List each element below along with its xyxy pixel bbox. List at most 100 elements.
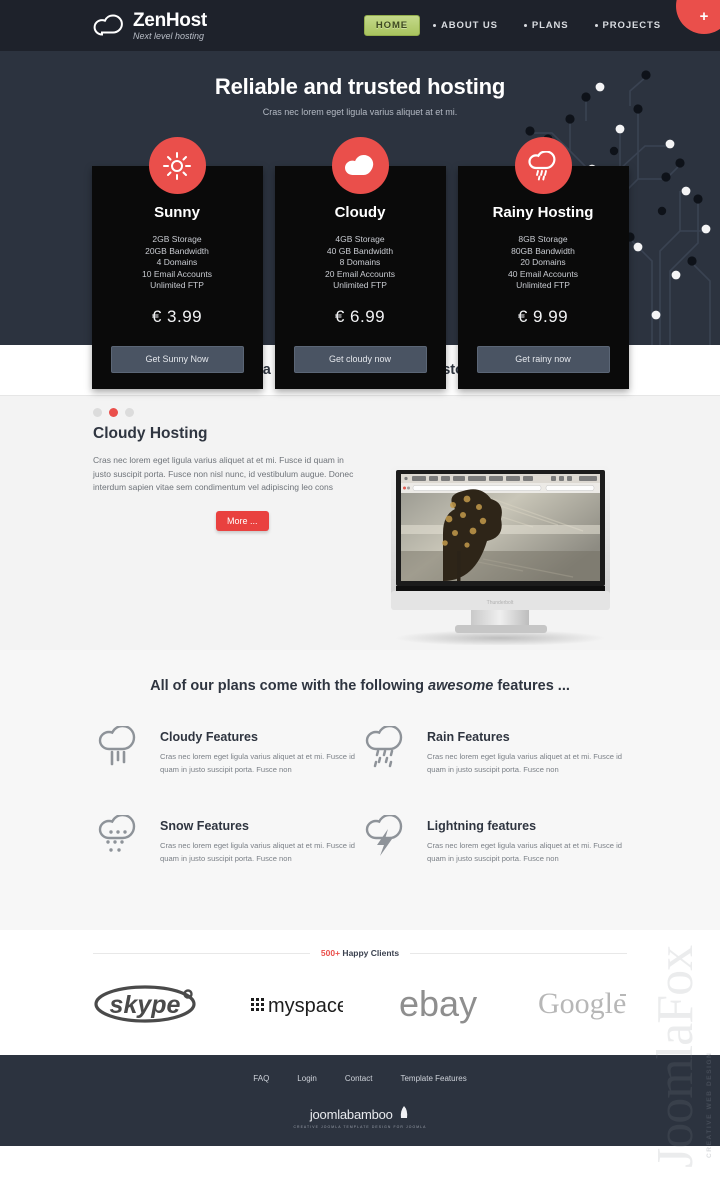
logo-tagline: Next level hosting [133,30,205,41]
nav-item-plans[interactable]: PLANS [511,0,582,51]
feature-item-cloudy: Cloudy Features Cras nec lorem eget ligu… [93,722,360,801]
cloud-drizzle-icon [93,722,145,801]
svg-text:Thunderbolt: Thunderbolt [487,600,514,606]
plan-name: Sunny [154,204,200,221]
svg-text:Google: Google [538,987,626,1020]
feature-item-lightning: Lightning features Cras nec lorem eget l… [360,811,627,890]
footer-brand-logo[interactable]: joomlabamboo CREATIVE JOOMLA TEMPLATE DE… [0,1105,720,1129]
feature-description: Cras nec lorem eget ligula varius alique… [160,841,355,863]
plan-name: Rainy Hosting [492,204,594,221]
plan-feature-list: 2GB Storage 20GB Bandwidth 4 Domains 10 … [102,234,253,292]
feature-description: Cras nec lorem eget ligula varius alique… [160,752,355,774]
feature-description: Cras nec lorem eget ligula varius alique… [427,841,622,863]
feature-item-snow: Snow Features Cras nec lorem eget ligula… [93,811,360,890]
footer-brand-name: joomlabamboo [309,1106,393,1122]
cloud-snow-icon [93,811,145,890]
client-count-label: Happy Clients [340,948,400,958]
plan-price: € 3.99 [151,306,203,326]
features-heading-pre: All of our plans come with the following [150,678,429,694]
imac-monitor-image: Thunderbolt [383,455,618,650]
plan-feature: Unlimited FTP [516,280,570,290]
plan-feature: 4GB Storage [335,234,385,244]
slide-title: Cloudy Hosting [93,425,208,442]
bullet-icon [594,24,598,27]
site-footer: FAQ Login Contact Template Features joom… [0,1055,720,1146]
nav-label: ABOUT US [441,20,498,31]
sun-icon [148,137,206,194]
features-section: All of our plans come with the following… [0,650,720,930]
plan-feature: 20 Domains [520,257,566,267]
plan-feature: 20 Email Accounts [325,268,395,279]
nav-item-about-us[interactable]: ABOUT US [420,0,511,51]
footer-link-faq[interactable]: FAQ [253,1074,269,1083]
feature-title: Cloudy Features [160,730,258,744]
plan-name: Cloudy [334,204,386,221]
plan-feature: 80GB Bandwidth [511,245,575,256]
plan-cta-button[interactable]: Get rainy now [476,345,610,373]
svg-text:ebay: ebay [399,984,477,1024]
nav-item-home[interactable]: HOME [363,15,421,36]
features-heading: All of our plans come with the following… [0,678,720,694]
slider-dot-3[interactable] [125,408,134,417]
client-logo-google[interactable]: Google [537,986,627,1027]
plan-feature: 20GB Bandwidth [145,245,209,256]
feature-description: Cras nec lorem eget ligula varius alique… [427,752,622,774]
plan-feature-list: 8GB Storage 80GB Bandwidth 20 Domains 40… [468,234,619,292]
slider-pagination [0,396,720,417]
bullet-icon [433,24,437,27]
bullet-icon [523,24,527,27]
features-heading-italic: awesome [428,678,494,694]
plan-feature: 2GB Storage [152,234,202,244]
plan-feature: 40 Email Accounts [508,268,578,279]
rain-cloud-icon [514,137,572,194]
plan-card-cloudy[interactable]: Cloudy 4GB Storage 40 GB Bandwidth 8 Dom… [274,137,446,389]
site-logo[interactable]: ZenHost Next level hosting [93,11,207,41]
bamboo-leaf-icon [399,1105,410,1124]
footer-link-contact[interactable]: Contact [345,1074,373,1083]
nav-item-projects[interactable]: PROJECTS [582,0,674,51]
plan-price: € 9.99 [517,306,569,326]
divider-left [93,952,310,954]
divider-right [410,952,628,954]
plan-cta-button[interactable]: Get Sunny Now [110,345,244,373]
plan-feature: Unlimited FTP [150,280,204,290]
footer-brand-tagline: CREATIVE JOOMLA TEMPLATE DESIGN FOR JOOM… [293,1125,427,1129]
plan-price: € 6.99 [334,306,386,326]
plus-icon: + [699,8,709,25]
cloud-rain-icon [360,722,412,801]
pricing-plans: Sunny 2GB Storage 20GB Bandwidth 4 Domai… [0,137,720,389]
feature-title: Snow Features [160,819,249,833]
features-grid: Cloudy Features Cras nec lorem eget ligu… [93,722,627,890]
slide-more-button[interactable]: More ... [216,511,269,531]
feature-title: Rain Features [427,730,510,744]
cloud-icon [93,13,125,38]
nav-label: PLANS [531,20,569,31]
nav-label: HOME [375,20,409,31]
plan-feature: Unlimited FTP [333,280,387,290]
client-count: 500+ [320,948,341,958]
slider-dot-2[interactable] [109,408,118,417]
features-heading-post: features ... [493,678,570,694]
logo-name: ZenHost [133,9,207,31]
feature-title: Lightning features [427,819,537,833]
footer-links: FAQ Login Contact Template Features [0,1055,720,1083]
client-logo-myspace[interactable]: myspace [251,989,348,1024]
footer-link-login[interactable]: Login [297,1074,317,1083]
slider-dot-1[interactable] [93,408,102,417]
client-logo-ebay[interactable]: ebay [397,983,483,1029]
clients-section: 500+ Happy Clients skype myspace ebay Go… [0,930,720,1055]
footer-link-template-features[interactable]: Template Features [400,1074,466,1083]
plan-card-rainy[interactable]: Rainy Hosting 8GB Storage 80GB Bandwidth… [457,137,629,389]
plan-feature: 8GB Storage [518,234,568,244]
svg-text:skype: skype [110,991,181,1019]
cloud-icon [331,137,389,194]
feature-item-rain: Rain Features Cras nec lorem eget ligula… [360,722,627,801]
plan-feature-list: 4GB Storage 40 GB Bandwidth 8 Domains 20… [285,234,436,292]
hero-subtitle: Cras nec lorem eget ligula varius alique… [262,107,458,117]
plan-card-sunny[interactable]: Sunny 2GB Storage 20GB Bandwidth 4 Domai… [91,137,263,389]
client-logos: skype myspace ebay Google [93,983,627,1029]
plan-cta-button[interactable]: Get cloudy now [293,345,427,373]
client-logo-skype[interactable]: skype [93,984,197,1029]
plan-feature: 8 Domains [339,257,381,267]
plan-feature: 4 Domains [156,257,198,267]
